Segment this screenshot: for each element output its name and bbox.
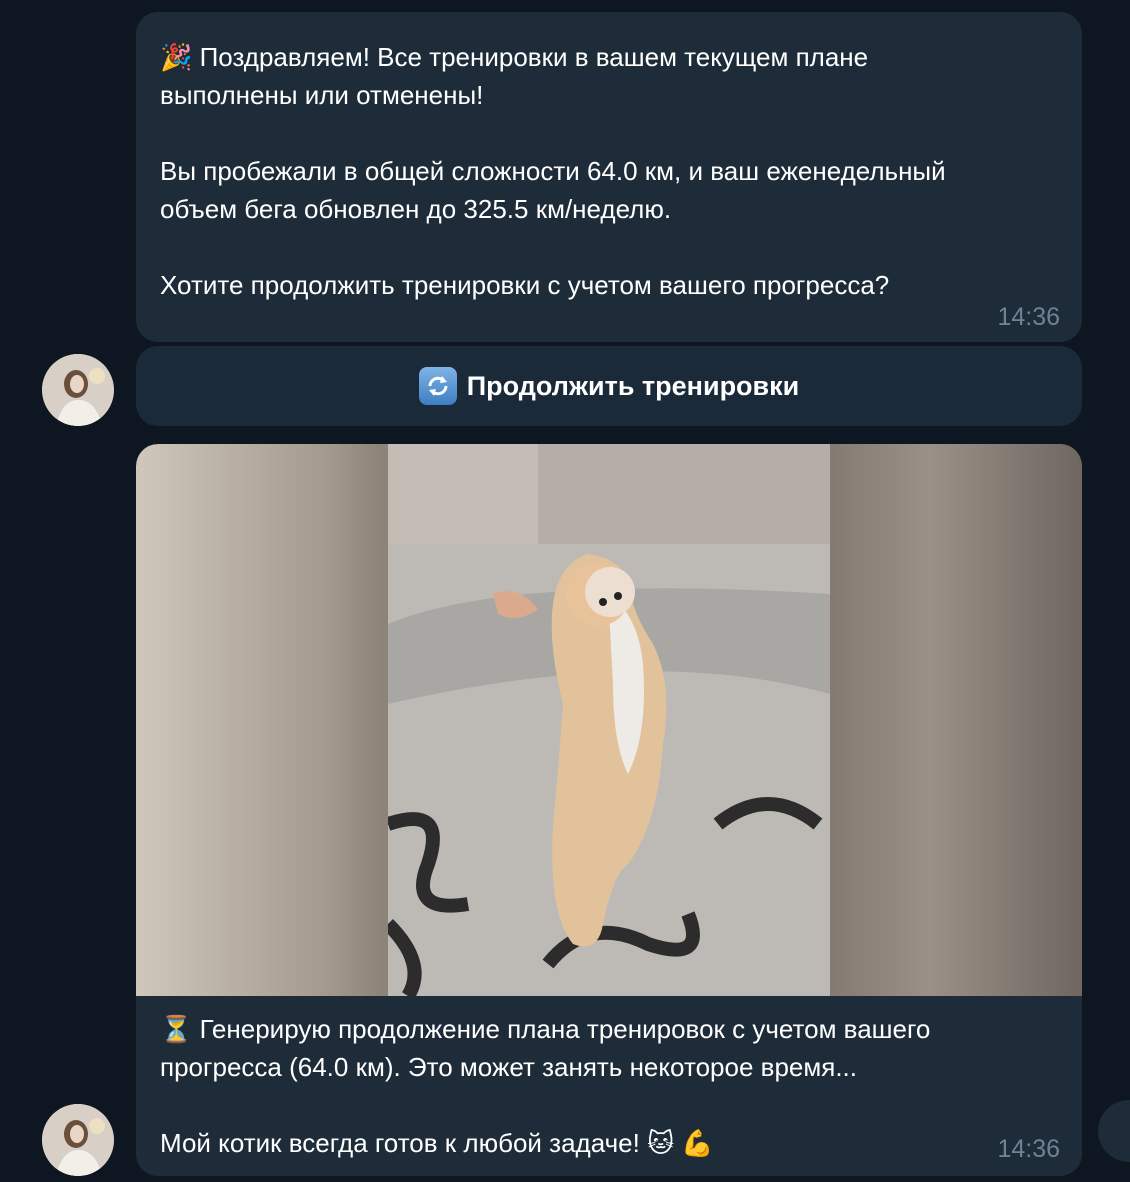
message-text: ⏳ Генерирую продолжение плана тренировок… xyxy=(160,1014,931,1158)
video-blur-right xyxy=(830,444,1082,996)
scroll-down-button[interactable] xyxy=(1098,1100,1130,1162)
message-text: 🎉 Поздравляем! Все тренировки в вашем те… xyxy=(160,42,946,300)
video-media[interactable] xyxy=(136,444,1082,996)
message-bubble-congrats: 🎉 Поздравляем! Все тренировки в вашем те… xyxy=(136,12,1082,342)
message-time: 14:36 xyxy=(997,303,1060,331)
continue-training-label: Продолжить тренировки xyxy=(466,370,800,401)
avatar-photo xyxy=(42,1104,114,1176)
message-bubble-generating: ⏳ Генерирую продолжение плана тренировок… xyxy=(136,444,1082,1176)
message-time: 14:36 xyxy=(997,1135,1060,1163)
kitten-video-frame[interactable] xyxy=(388,444,830,996)
continue-training-button[interactable]: Продолжить тренировки xyxy=(136,346,1082,426)
avatar[interactable] xyxy=(42,354,114,426)
avatar[interactable] xyxy=(42,1104,114,1176)
refresh-icon xyxy=(418,367,457,405)
kitten-image xyxy=(388,444,830,996)
avatar-photo xyxy=(42,354,114,426)
